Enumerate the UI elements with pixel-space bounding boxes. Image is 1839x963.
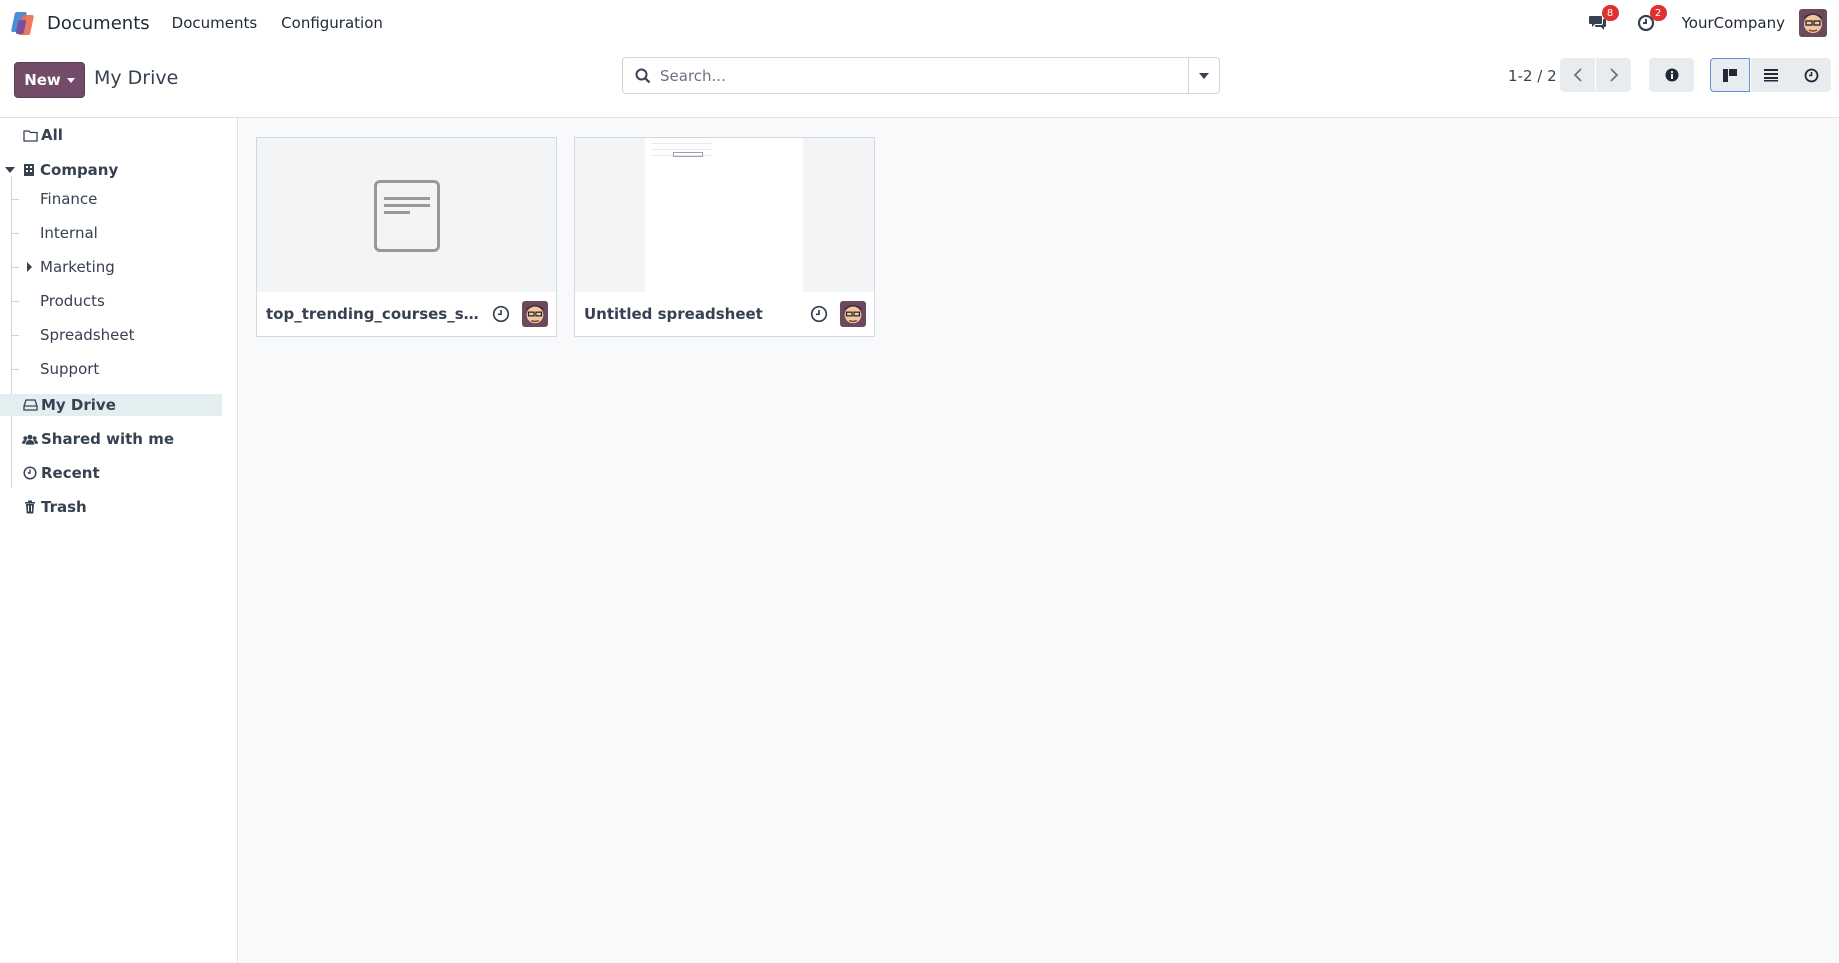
folder-label: Spreadsheet <box>40 326 135 344</box>
folder-label: Shared with me <box>41 430 175 448</box>
menu-configuration[interactable]: Configuration <box>281 14 383 32</box>
pager-next-button[interactable] <box>1596 58 1631 92</box>
folder-label: Company <box>40 161 119 179</box>
details-panel-button[interactable] <box>1649 58 1694 92</box>
kanban-icon <box>1723 68 1737 82</box>
folder-products[interactable]: Products <box>40 288 105 314</box>
tree-line <box>11 176 12 488</box>
folder-label: Marketing <box>40 258 115 276</box>
caret-down-icon <box>5 167 15 173</box>
building-icon <box>21 162 37 178</box>
folder-all[interactable]: All <box>22 122 63 148</box>
document-card[interactable]: top_trending_courses_sni... <box>256 137 557 337</box>
tree-tick <box>11 301 19 302</box>
activities-badge: 2 <box>1649 5 1667 21</box>
document-card[interactable]: Untitled spreadsheet <box>574 137 875 337</box>
document-icon <box>374 180 440 252</box>
folder-label: My Drive <box>41 396 116 414</box>
company-switcher[interactable]: YourCompany <box>1682 14 1785 32</box>
folder-label: Support <box>40 360 100 378</box>
folder-icon <box>22 127 38 143</box>
user-avatar[interactable] <box>1799 9 1827 37</box>
tree-tick <box>11 369 19 370</box>
activity-view-button[interactable] <box>1791 58 1831 92</box>
trash-icon <box>22 499 38 515</box>
list-view-button[interactable] <box>1751 58 1791 92</box>
folder-support[interactable]: Support <box>40 356 99 382</box>
folder-label: Recent <box>41 464 100 482</box>
folder-label: Products <box>40 292 105 310</box>
app-name[interactable]: Documents <box>47 13 150 34</box>
drive-icon <box>22 397 38 413</box>
document-preview[interactable] <box>257 138 556 292</box>
chevron-right-icon <box>1609 68 1618 82</box>
info-icon <box>1665 68 1678 82</box>
caret-down-icon <box>1199 72 1209 79</box>
card-footer: Untitled spreadsheet <box>575 292 874 336</box>
folder-trash[interactable]: Trash <box>22 494 87 520</box>
search-icon <box>635 68 651 83</box>
menu-documents[interactable]: Documents <box>172 14 258 32</box>
tree-tick <box>11 199 19 200</box>
chevron-left-icon <box>1573 68 1582 82</box>
folder-label: Trash <box>41 498 87 516</box>
control-panel: New My Drive 1-2 / 2 <box>0 46 1839 118</box>
top-navbar: Documents Documents Configuration 8 2 Yo… <box>0 0 1839 46</box>
documents-app-logo[interactable] <box>10 10 37 36</box>
folder-my-drive[interactable]: My Drive <box>22 392 116 418</box>
folder-finance[interactable]: Finance <box>40 186 97 212</box>
new-button[interactable]: New <box>14 62 85 98</box>
messages-button[interactable]: 8 <box>1586 5 1619 35</box>
breadcrumb: My Drive <box>94 67 179 89</box>
owner-avatar[interactable] <box>840 301 866 327</box>
search-input[interactable] <box>660 66 1180 85</box>
folder-spreadsheet[interactable]: Spreadsheet <box>40 322 134 348</box>
folder-label: Internal <box>40 224 98 242</box>
folder-recent[interactable]: Recent <box>22 460 100 486</box>
folder-company[interactable]: Company <box>5 157 118 183</box>
activity-clock-icon[interactable] <box>810 305 828 323</box>
folder-label: Finance <box>40 190 98 208</box>
folder-shared-with-me[interactable]: Shared with me <box>22 426 174 452</box>
activity-clock-icon[interactable] <box>492 305 510 323</box>
activities-button[interactable]: 2 <box>1634 5 1667 35</box>
users-icon <box>22 431 38 447</box>
document-name: Untitled spreadsheet <box>584 305 763 323</box>
spreadsheet-thumbnail <box>645 138 803 292</box>
kanban-view-button[interactable] <box>1710 58 1750 92</box>
messages-badge: 8 <box>1601 5 1619 21</box>
clock-icon <box>1804 68 1818 82</box>
search-options-toggle[interactable] <box>1188 58 1219 93</box>
new-button-label: New <box>24 71 61 89</box>
tree-tick <box>11 267 19 268</box>
document-name: top_trending_courses_sni... <box>266 305 486 323</box>
pager-previous-button[interactable] <box>1560 58 1595 92</box>
list-icon <box>1764 69 1778 82</box>
search-bar <box>622 57 1220 94</box>
folder-label: All <box>41 126 63 144</box>
card-footer: top_trending_courses_sni... <box>257 292 556 336</box>
spreadsheet-preview[interactable] <box>575 138 874 292</box>
tree-tick <box>11 233 19 234</box>
owner-avatar[interactable] <box>522 301 548 327</box>
tree-tick <box>11 335 19 336</box>
pager-value[interactable]: 1-2 / 2 <box>1508 67 1557 85</box>
caret-right-icon <box>27 262 32 272</box>
documents-kanban: top_trending_courses_sni... Untitled spr… <box>239 118 1839 963</box>
folder-internal[interactable]: Internal <box>40 220 98 246</box>
folder-sidebar: All Company Finance Internal Marketing P… <box>0 118 238 963</box>
clock-icon <box>22 465 38 481</box>
caret-down-icon <box>66 77 75 83</box>
folder-marketing[interactable]: Marketing <box>27 254 115 280</box>
